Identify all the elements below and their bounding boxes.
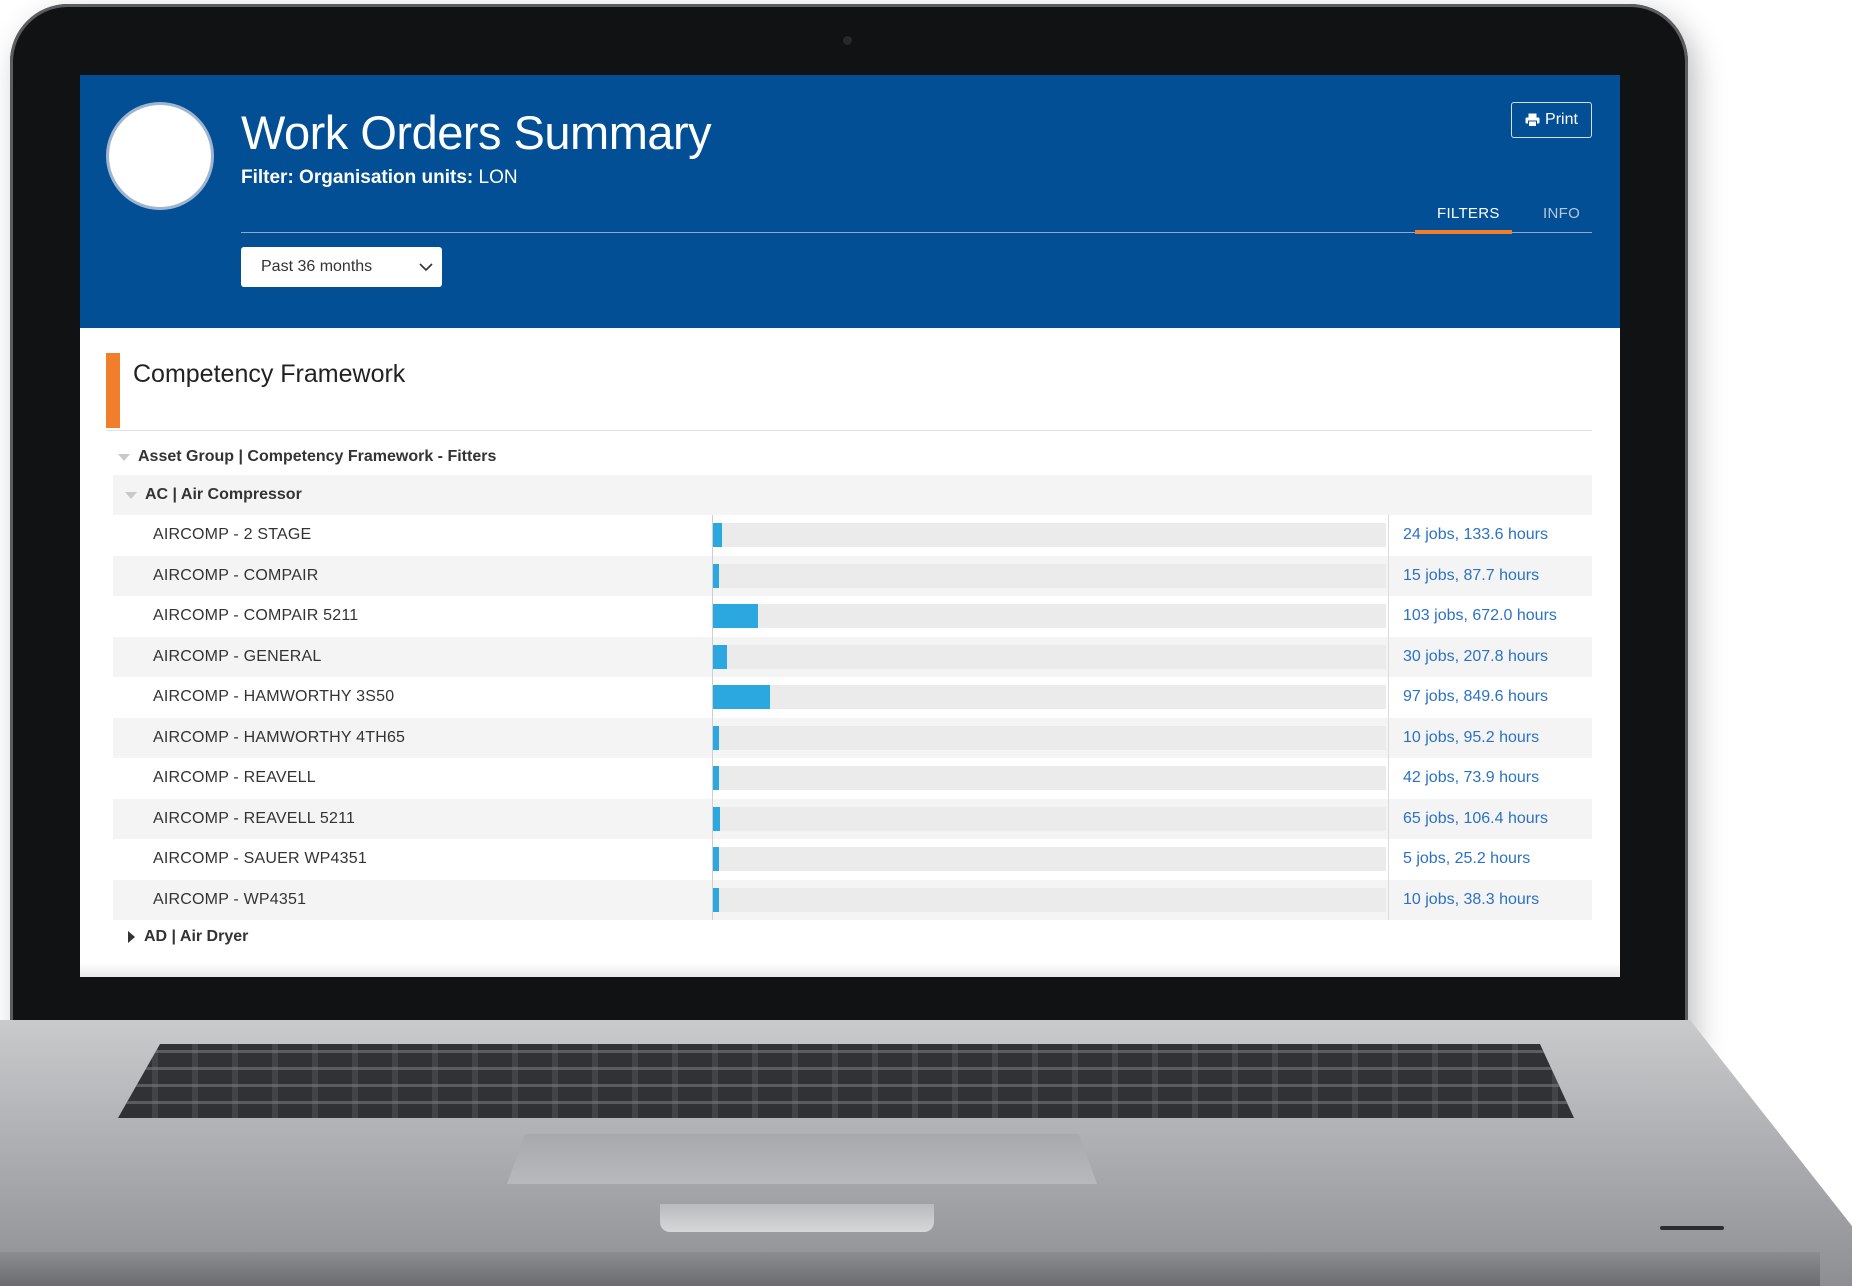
subgroup-label: AC | Air Compressor [145,486,302,503]
bar-end-line [1388,717,1389,758]
bar-track [713,725,1386,750]
bar-track [713,523,1386,547]
group-header-air-dryer[interactable]: AD | Air Dryer [113,921,1592,953]
active-tab-indicator [1415,230,1512,234]
print-button[interactable]: Print [1511,102,1592,138]
bar [713,604,758,628]
bar-track [713,685,1386,709]
bar-track [713,604,1386,628]
period-select[interactable]: Past 36 months [241,247,442,287]
data-label: 15 jobs, 87.7 hours [1403,566,1540,584]
filter-label: Filter: Organisation units: [241,167,474,188]
data-label: 10 jobs, 95.2 hours [1403,728,1540,746]
table-row[interactable]: AIRCOMP - REAVELL 42 jobs, 73.9 hours [113,758,1592,799]
bar-track [713,766,1386,790]
tab-info[interactable]: INFO [1543,205,1580,222]
bar [713,725,719,750]
table-row[interactable]: AIRCOMP - GENERAL 30 jobs, 207.8 hours [113,636,1592,677]
bar-track [713,563,1386,588]
collapsed-group-label: AD | Air Dryer [144,928,249,945]
bar [713,685,770,709]
data-label: 10 jobs, 38.3 hours [1403,890,1540,908]
section-accent-bar [106,353,120,428]
screen: Work Orders Summary Filter: Organisation… [80,75,1620,977]
row-label: AIRCOMP - HAMWORTHY 3S50 [153,688,395,706]
row-label: AIRCOMP - HAMWORTHY 4TH65 [153,728,406,746]
row-label: AIRCOMP - REAVELL 5211 [153,809,356,827]
bar-end-line [1388,515,1389,556]
bar-track [713,847,1386,871]
group-label: Asset Group | Competency Framework - Fit… [138,448,497,465]
bar-end-line [1388,879,1389,920]
print-icon [1525,113,1540,127]
table-row[interactable]: AIRCOMP - COMPAIR 15 jobs, 87.7 hours [113,555,1592,596]
filter-summary: Filter: Organisation units: LON [241,167,518,189]
row-label: AIRCOMP - WP4351 [153,890,307,908]
tabs-divider [241,232,1592,233]
bar-end-line [1388,677,1389,718]
row-label: AIRCOMP - GENERAL [153,647,322,665]
section-divider [106,430,1592,431]
bar-track [713,887,1386,912]
bar [713,887,719,912]
keyboard-rows [118,1044,1574,1118]
bar-end-line [1388,636,1389,677]
row-label: AIRCOMP - SAUER WP4351 [153,850,367,868]
scroll-fade [80,963,1620,977]
lid-notch [660,1204,934,1232]
page-header: Work Orders Summary Filter: Organisation… [80,75,1620,328]
data-label: 97 jobs, 849.6 hours [1403,688,1548,706]
caret-down-icon [118,453,130,461]
base-front-edge [0,1252,1820,1286]
table-row[interactable]: AIRCOMP - 2 STAGE 24 jobs, 133.6 hours [113,515,1592,556]
table-row[interactable]: AIRCOMP - REAVELL 5211 65 jobs, 106.4 hou… [113,798,1592,839]
tab-filters[interactable]: FILTERS [1437,205,1500,222]
bar-track [713,806,1386,831]
data-label: 42 jobs, 73.9 hours [1403,769,1540,787]
section-title: Competency Framework [133,360,406,388]
data-label: 103 jobs, 672.0 hours [1403,607,1557,625]
logo [106,102,214,210]
bar [713,523,722,547]
data-label: 24 jobs, 133.6 hours [1403,526,1548,544]
data-label: 5 jobs, 25.2 hours [1403,850,1531,868]
bar [713,644,727,669]
bar [713,563,719,588]
table-row[interactable]: AIRCOMP - HAMWORTHY 4TH65 10 jobs, 95.2 h… [113,717,1592,758]
bar-chart: AIRCOMP - 2 STAGE 24 jobs, 133.6 hours AIR… [113,515,1592,920]
bar [713,766,719,790]
bar-end-line [1388,839,1389,880]
chevron-down-icon [418,259,434,280]
table-row[interactable]: AIRCOMP - COMPAIR 5211 103 jobs, 672.0 ho… [113,596,1592,637]
caret-right-icon [128,931,135,943]
bar-end-line [1388,798,1389,839]
row-label: AIRCOMP - COMPAIR [153,566,319,584]
print-label: Print [1545,111,1578,128]
bar-end-line [1388,555,1389,596]
status-indicator [1660,1226,1724,1230]
row-label: AIRCOMP - COMPAIR 5211 [153,607,359,625]
page-title: Work Orders Summary [241,106,712,159]
camera [843,36,852,45]
table-row[interactable]: AIRCOMP - WP4351 10 jobs, 38.3 hours [113,879,1592,920]
group-header[interactable]: Asset Group | Competency Framework - Fit… [118,442,1592,472]
row-label: AIRCOMP - 2 STAGE [153,526,312,544]
bar [713,806,720,831]
filter-value: LON [478,167,518,188]
table-row[interactable]: AIRCOMP - SAUER WP4351 5 jobs, 25.2 hours [113,839,1592,880]
subgroup-header-air-compressor[interactable]: AC | Air Compressor [113,475,1592,515]
row-label: AIRCOMP - REAVELL [153,769,316,787]
trackpad [507,1134,1097,1184]
bar-end-line [1388,596,1389,637]
table-row[interactable]: AIRCOMP - HAMWORTHY 3S50 97 jobs, 849.6 h… [113,677,1592,718]
period-select-value: Past 36 months [261,258,373,275]
bar [713,847,719,871]
bar-track [713,644,1386,669]
data-label: 30 jobs, 207.8 hours [1403,647,1548,665]
data-label: 65 jobs, 106.4 hours [1403,809,1548,827]
bar-end-line [1388,758,1389,799]
caret-down-icon [125,491,137,499]
